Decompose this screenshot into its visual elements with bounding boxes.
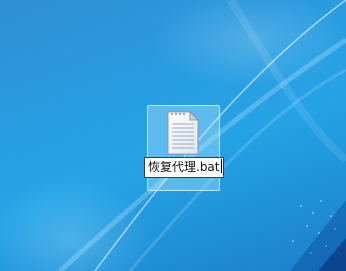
filename-rename-input[interactable]: 恢复代理.bat bbox=[144, 157, 224, 178]
text-caret bbox=[220, 159, 222, 173]
batch-file-icon[interactable] bbox=[164, 110, 202, 156]
filename-text: 恢复代理.bat bbox=[148, 160, 220, 174]
desktop-background[interactable]: 恢复代理.bat bbox=[0, 0, 346, 271]
